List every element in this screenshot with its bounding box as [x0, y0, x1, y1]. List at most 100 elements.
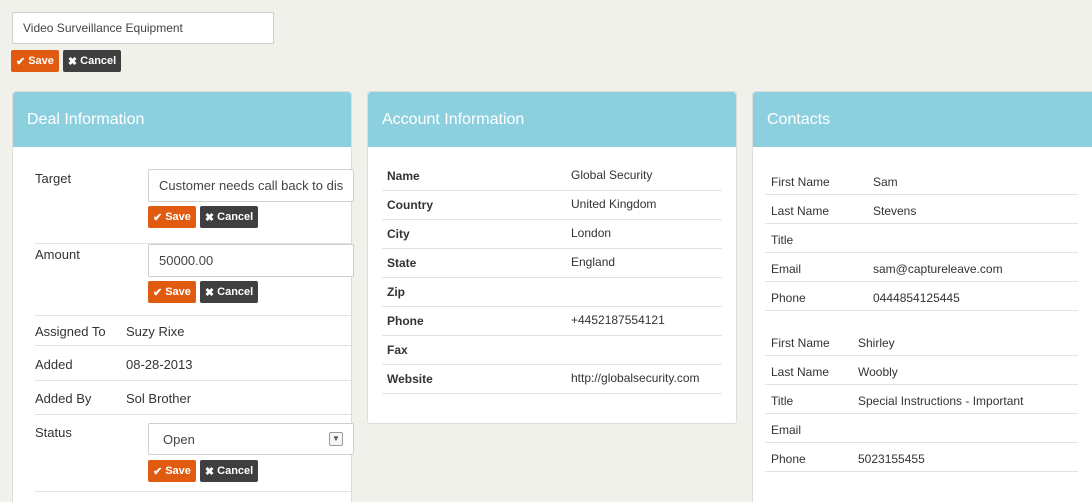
account-information-panel: Account Information Name Global Security…	[367, 91, 737, 424]
save-label: Save	[165, 211, 191, 223]
account-row: Country United Kingdom	[382, 191, 722, 220]
status-row: Status Open ▼ ✔ Save ✖ Cancel	[35, 415, 354, 492]
account-label: Phone	[387, 314, 424, 328]
x-icon: ✖	[204, 286, 215, 299]
contact-email-link[interactable]: sam@captureleave.com	[873, 262, 1003, 276]
deal-title-save-button[interactable]: ✔ Save	[11, 50, 59, 72]
amount-cancel-button[interactable]: ✖ Cancel	[199, 281, 259, 303]
contact-row: Title Special Instructions - Important	[765, 385, 1078, 414]
contact-row: Email sam@captureleave.com	[765, 253, 1078, 282]
added-value: 08-28-2013	[126, 357, 193, 372]
status-actions: ✔ Save ✖ Cancel	[148, 460, 259, 482]
save-label: Save	[165, 465, 191, 477]
amount-input[interactable]: 50000.00	[148, 244, 354, 277]
check-icon: ✔	[153, 465, 163, 478]
status-save-button[interactable]: ✔ Save	[148, 460, 196, 482]
contact-row: Last Name Stevens	[765, 195, 1078, 224]
assigned-to-value: Suzy Rixe	[126, 324, 185, 339]
target-row: Target Customer needs call back to dis ✔…	[35, 159, 354, 244]
contact-value: Special Instructions - Important	[858, 394, 1024, 408]
contact-label: Last Name	[771, 204, 830, 218]
check-icon: ✔	[153, 286, 163, 299]
target-actions: ✔ Save ✖ Cancel	[148, 206, 259, 228]
amount-row: Amount 50000.00 ✔ Save ✖ Cancel	[35, 244, 354, 316]
deal-title-input[interactable]	[12, 12, 274, 44]
account-value: London	[571, 226, 612, 240]
status-cancel-button[interactable]: ✖ Cancel	[199, 460, 259, 482]
status-select[interactable]: Open ▼	[148, 423, 354, 455]
target-save-button[interactable]: ✔ Save	[148, 206, 196, 228]
cancel-label: Cancel	[217, 465, 254, 477]
contact-label: First Name	[771, 336, 830, 350]
target-label: Target	[35, 171, 72, 186]
assigned-to-label: Assigned To	[35, 324, 106, 339]
added-by-value: Sol Brother	[126, 391, 192, 406]
added-row: Added 08-28-2013	[35, 346, 351, 381]
account-label: Name	[387, 169, 420, 183]
account-row: Zip	[382, 278, 722, 307]
contact-label: Title	[771, 233, 794, 247]
contact-row: First Name Shirley	[765, 327, 1078, 356]
check-icon: ✔	[153, 211, 163, 224]
contact-value: Stevens	[873, 204, 917, 218]
x-icon: ✖	[67, 55, 78, 68]
account-row: City London	[382, 220, 722, 249]
contact-value: Woobly	[858, 365, 898, 379]
deal-title-cancel-button[interactable]: ✖ Cancel	[62, 50, 122, 72]
amount-actions: ✔ Save ✖ Cancel	[148, 281, 259, 303]
contact-label: Phone	[771, 452, 806, 466]
contact-value: 5023155455	[858, 452, 925, 466]
panel-title: Deal Information	[13, 92, 351, 147]
contact-value: 0444854125445	[873, 291, 960, 305]
status-selected-value: Open	[163, 432, 195, 447]
contact-label: First Name	[771, 175, 830, 189]
x-icon: ✖	[204, 465, 215, 478]
added-by-label: Added By	[35, 391, 92, 406]
deal-information-panel: Deal Information Target Customer needs c…	[12, 91, 354, 502]
account-row: State England	[382, 249, 722, 278]
contact-label: Title	[771, 394, 794, 408]
account-label: Zip	[387, 285, 405, 299]
contact-row: Last Name Woobly	[765, 356, 1078, 385]
cancel-label: Cancel	[217, 286, 254, 298]
amount-label: Amount	[35, 247, 80, 262]
contact-label: Last Name	[771, 365, 830, 379]
contact-value: Sam	[873, 175, 898, 189]
account-row: Website http://globalsecurity.com	[382, 365, 722, 394]
contact-row: Phone 0444854125445	[765, 282, 1078, 311]
account-label: Country	[387, 198, 433, 212]
status-label: Status	[35, 425, 72, 440]
deal-title-actions: ✔ Save ✖ Cancel	[11, 50, 122, 72]
contact-value: Shirley	[858, 336, 895, 350]
account-value: England	[571, 255, 616, 269]
account-row: Phone +4452187554121	[382, 307, 722, 336]
cancel-label: Cancel	[217, 211, 254, 223]
contact-label: Email	[771, 423, 802, 437]
contacts-panel: Contacts First Name Sam Last Name Steven…	[752, 91, 1092, 502]
account-row: Fax	[382, 336, 722, 365]
contact-row: Title	[765, 224, 1078, 253]
account-value: Global Security	[571, 168, 653, 182]
added-label: Added	[35, 357, 73, 372]
save-label: Save	[165, 286, 191, 298]
target-cancel-button[interactable]: ✖ Cancel	[199, 206, 259, 228]
account-row: Name Global Security	[382, 162, 722, 191]
contact-row: First Name Sam	[765, 166, 1078, 195]
account-value: +4452187554121	[571, 313, 665, 327]
account-value: http://globalsecurity.com	[571, 371, 700, 385]
account-label: State	[387, 256, 417, 270]
chevron-down-icon[interactable]: ▼	[329, 432, 343, 446]
account-label: Website	[387, 372, 433, 386]
contact-row: Email	[765, 414, 1078, 443]
amount-save-button[interactable]: ✔ Save	[148, 281, 196, 303]
panel-title: Contacts	[753, 92, 1092, 147]
contact-label: Email	[771, 262, 802, 276]
contact-label: Phone	[771, 291, 806, 305]
x-icon: ✖	[204, 211, 215, 224]
added-by-row: Added By Sol Brother	[35, 381, 351, 415]
account-label: Fax	[387, 343, 408, 357]
target-input[interactable]: Customer needs call back to dis	[148, 169, 354, 202]
account-label: City	[387, 227, 410, 241]
save-label: Save	[28, 55, 54, 67]
assigned-to-row: Assigned To Suzy Rixe	[35, 316, 351, 346]
